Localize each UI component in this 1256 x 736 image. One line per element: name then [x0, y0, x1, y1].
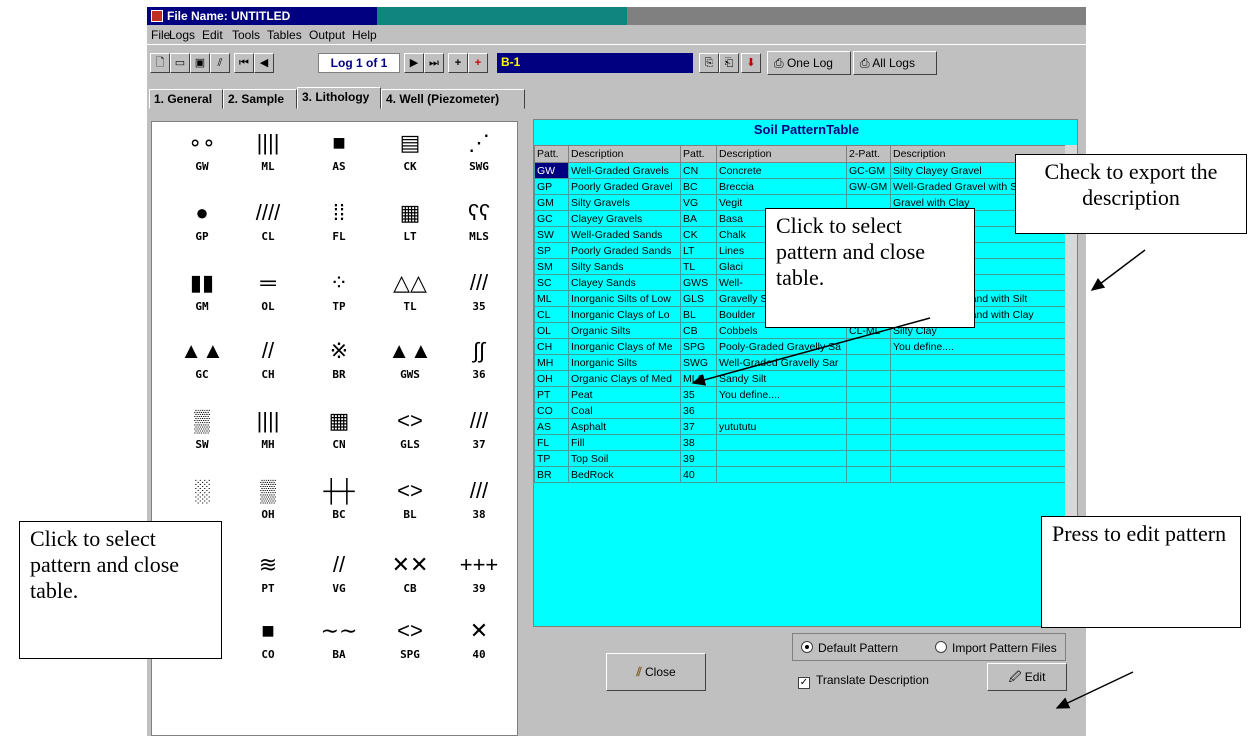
arrow-table	[691, 317, 931, 386]
annotation-arrows	[691, 249, 1146, 709]
arrow-export	[1090, 249, 1146, 291]
arrow-edit	[1055, 671, 1134, 709]
